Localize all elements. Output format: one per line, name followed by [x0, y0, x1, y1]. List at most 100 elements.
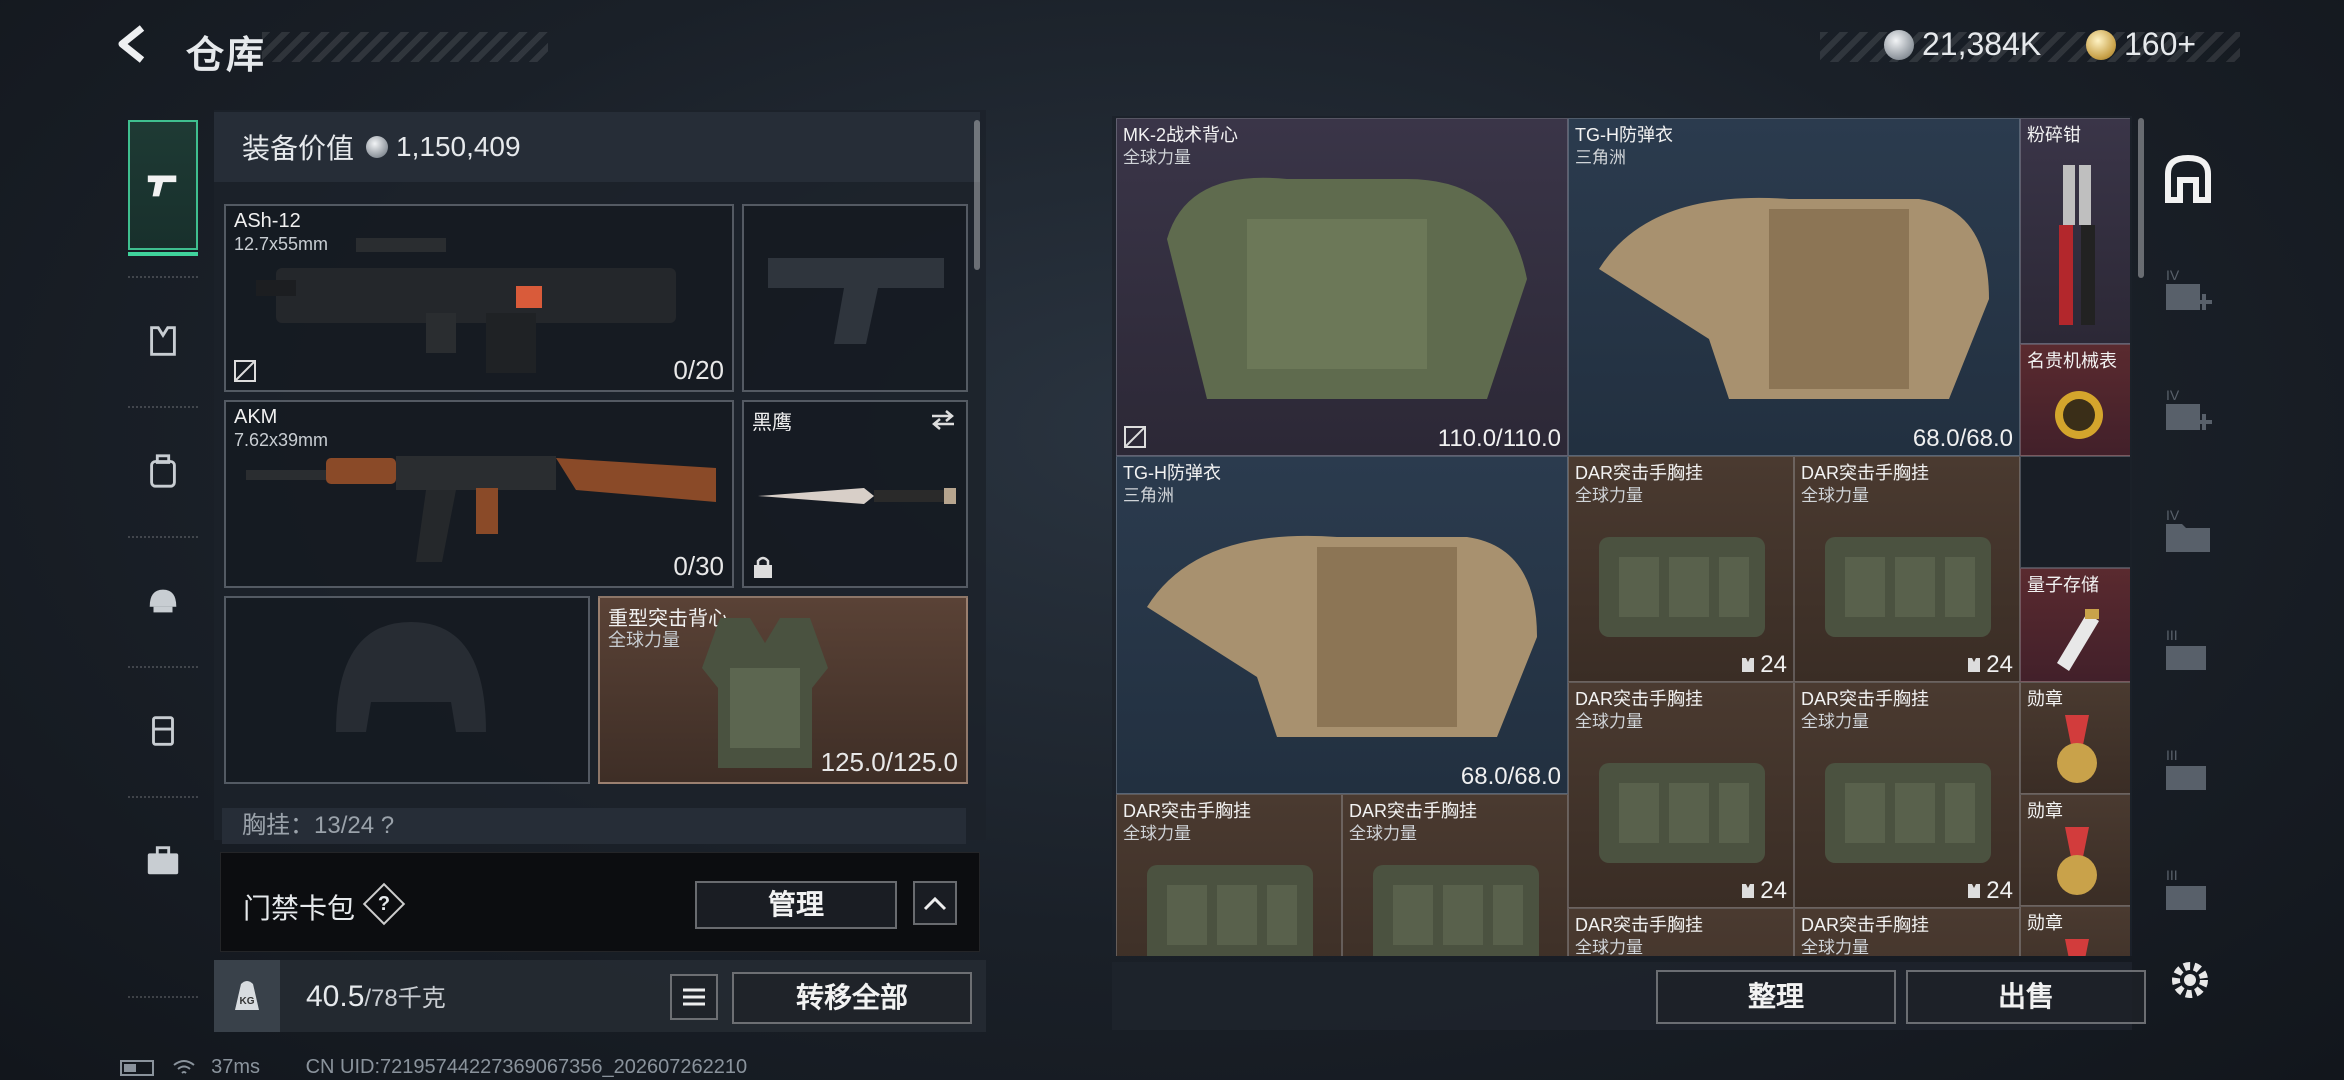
primary-weapon-slot[interactable]: ASh-12 12.7x55mm 0/20 — [224, 204, 734, 392]
stash-item[interactable]: 勋章 — [2020, 682, 2130, 794]
rail-stash-tab[interactable]: III — [2150, 854, 2226, 930]
rail-stash-main[interactable] — [2150, 140, 2226, 216]
stash-item[interactable]: DAR突击手胸挂 全球力量 24 — [1794, 456, 2020, 682]
stash-item[interactable]: 粉碎钳 — [2020, 118, 2130, 344]
stash-item[interactable]: 勋章 — [2020, 906, 2130, 956]
swap-icon[interactable] — [928, 408, 958, 432]
stash-item[interactable]: DAR突击手胸挂 全球力量 — [1794, 908, 2020, 956]
slot-durability: 125.0/125.0 — [820, 747, 958, 777]
stash-item[interactable]: TG-H防弹衣 三角洲 68.0/68.0 — [1116, 456, 1568, 794]
medal-icon — [2057, 715, 2097, 783]
chest-rig-icon — [152, 716, 174, 746]
stash-item[interactable]: TG-H防弹衣 三角洲 68.0/68.0 — [1568, 118, 2020, 456]
stash-scrollbar[interactable] — [2138, 118, 2144, 278]
category-vest[interactable] — [128, 276, 198, 406]
category-case[interactable] — [128, 796, 198, 926]
item-name: 勋章 — [2027, 689, 2063, 709]
body-armor-icon — [1147, 535, 1537, 737]
sell-button[interactable]: 出售 — [1906, 970, 2146, 1024]
stash-item[interactable]: DAR突击手胸挂 全球力量 — [1568, 908, 1794, 956]
page-title: 仓库 — [186, 35, 267, 77]
slot-melee-name: 黑鹰 — [752, 412, 792, 434]
vest-icon — [1968, 658, 1981, 672]
gold-currency[interactable]: 160+ — [2086, 26, 2196, 63]
quantum-storage-icon — [2057, 609, 2099, 671]
category-backpack[interactable] — [128, 406, 198, 536]
item-faction: 全球力量 — [1349, 824, 1417, 843]
collapse-button[interactable] — [913, 881, 957, 925]
vest-icon — [150, 326, 176, 356]
manage-button[interactable]: 管理 — [695, 881, 897, 929]
stash-item[interactable]: DAR突击手胸挂 全球力量 — [1342, 794, 1568, 956]
armor-vest-icon — [702, 618, 828, 768]
melee-slot[interactable]: 黑鹰 — [742, 400, 968, 588]
item-faction: 三角洲 — [1123, 486, 1174, 505]
stash-item[interactable]: DAR突击手胸挂 全球力量 24 — [1568, 682, 1794, 908]
silver-currency[interactable]: 21,384K — [1884, 26, 2041, 63]
stash-home-icon — [2165, 154, 2211, 203]
lock-icon — [754, 556, 772, 578]
bolt-cutter-icon — [2059, 165, 2095, 325]
gold-coin-icon — [2086, 29, 2116, 60]
category-chest-rig[interactable] — [128, 666, 198, 796]
vest-icon — [1968, 884, 1981, 898]
stash-item[interactable]: DAR突击手胸挂 全球力量 — [1116, 794, 1342, 956]
armor-slot[interactable]: 重型突击背心 全球力量 125.0/125.0 — [598, 596, 968, 784]
rail-stash-tab[interactable]: IV — [2150, 494, 2226, 570]
list-icon — [683, 988, 705, 1006]
vest-icon — [1742, 658, 1755, 672]
backpack-icon — [150, 454, 176, 488]
category-weapons[interactable] — [128, 120, 198, 256]
settings-button[interactable] — [2162, 952, 2218, 1008]
back-arrow-icon — [118, 25, 145, 63]
pistol-slot[interactable] — [742, 204, 968, 392]
wifi-icon — [172, 1059, 195, 1074]
stash-item[interactable]: DAR突击手胸挂 全球力量 24 — [1568, 456, 1794, 682]
add-stash-icon: IV — [2166, 267, 2212, 310]
stash-item[interactable]: MK-2战术背心 全球力量 110.0/110.0 — [1116, 118, 1568, 456]
chest-rig-icon — [1147, 865, 1313, 956]
rail-stash-tab[interactable]: III — [2150, 734, 2226, 810]
empty-cell[interactable] — [2020, 456, 2130, 568]
rail-stash-tab[interactable]: IV — [2150, 374, 2226, 450]
back-button[interactable] — [112, 22, 164, 74]
item-capacity: 24 — [1966, 877, 2013, 905]
item-faction: 全球力量 — [1575, 712, 1643, 731]
stash-item[interactable]: 量子存储 — [2020, 568, 2130, 682]
item-faction: 全球力量 — [1801, 712, 1869, 731]
tactical-vest-icon — [1167, 177, 1527, 399]
sort-button[interactable]: 整理 — [1656, 970, 1896, 1024]
chevron-up-icon — [923, 896, 947, 911]
list-view-button[interactable] — [670, 974, 718, 1020]
item-faction: 全球力量 — [1123, 824, 1191, 843]
helmet-slot[interactable] — [224, 596, 590, 784]
stash-item[interactable]: 勋章 — [2020, 794, 2130, 906]
knife-icon — [758, 488, 956, 504]
item-faction: 全球力量 — [1575, 486, 1643, 505]
category-helmet[interactable] — [128, 536, 198, 666]
rail-stash-tab[interactable]: IV — [2150, 254, 2226, 330]
svg-text:IV: IV — [2166, 267, 2180, 283]
stash-item[interactable]: 名贵机械表 — [2020, 344, 2130, 456]
item-faction: 全球力量 — [1801, 938, 1869, 956]
svg-text:III: III — [2166, 747, 2178, 763]
battery-icon — [120, 1059, 154, 1076]
medal-icon — [2057, 827, 2097, 895]
item-name: 粉碎钳 — [2027, 125, 2081, 145]
item-capacity: 24 — [1966, 651, 2013, 679]
briefcase-icon — [147, 846, 179, 875]
rail-stash-tab[interactable]: III — [2150, 614, 2226, 690]
vest-icon — [1742, 884, 1755, 898]
stash-item[interactable]: DAR突击手胸挂 全球力量 24 — [1794, 682, 2020, 908]
secondary-weapon-slot[interactable]: AKM 7.62x39mm 0/30 — [224, 400, 734, 588]
stash-grid: MK-2战术背心 全球力量 110.0/110.0 TG-H防弹衣 三角洲 68… — [1116, 118, 2130, 956]
transfer-all-button[interactable]: 转移全部 — [732, 972, 972, 1024]
equipment-scrollbar[interactable] — [974, 120, 980, 270]
item-name: 勋章 — [2027, 913, 2063, 933]
item-name: 名贵机械表 — [2027, 351, 2117, 371]
helmet-icon — [149, 589, 177, 613]
slot-weapon-name: ASh-12 — [234, 210, 301, 232]
help-icon[interactable]: ? — [362, 882, 406, 926]
chest-rig-row[interactable]: 胸挂：13/24 ? — [222, 808, 966, 844]
weight-current: 40.5 — [306, 980, 365, 1013]
